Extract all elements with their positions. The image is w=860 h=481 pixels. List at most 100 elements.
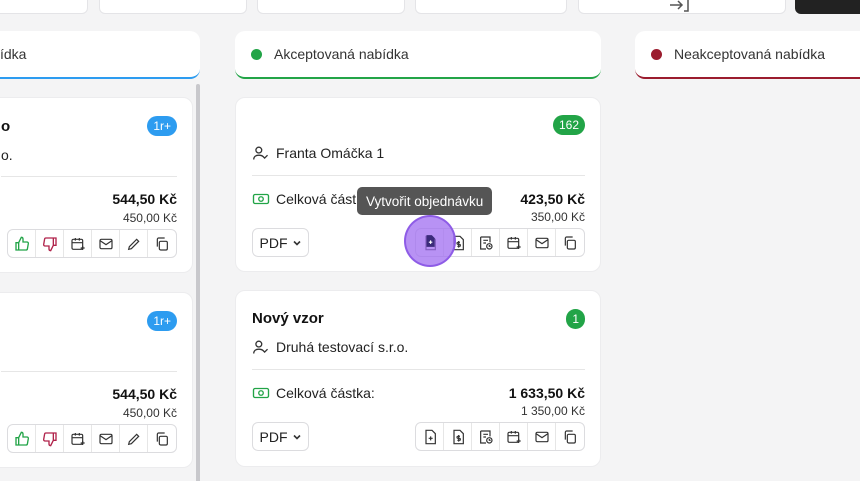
card-title: o [1,118,11,135]
tooltip: Vytvořit objednávku [357,187,493,215]
offer-card[interactable]: 1r+ 544,50 Kč 450,00 Kč [0,292,193,468]
reject-button[interactable] [36,425,64,452]
count-badge: 1 [566,309,585,329]
file-history-icon [479,429,493,444]
chevron-down-icon [292,434,301,440]
thumbs-down-icon [42,431,57,446]
count-badge: 162 [552,115,585,135]
customer-name: Franta Omáčka 1 [276,145,385,161]
edit-button[interactable] [120,230,148,257]
chevron-down-icon [292,240,301,246]
card-actions [7,229,177,258]
edit-button[interactable] [120,425,148,452]
filter-box-2[interactable] [99,0,247,14]
copy-button[interactable] [556,229,584,256]
copy-icon [156,431,168,446]
pencil-icon [127,432,140,445]
pdf-label: PDF [259,234,288,251]
offer-card[interactable]: o 1r+ o. 544,50 Kč 450,00 Kč [0,97,193,273]
copy-button[interactable] [556,423,584,450]
mail-button[interactable] [528,229,556,256]
calendar-plus-icon [70,237,85,250]
user-check-icon [253,146,269,160]
create-order-button[interactable] [416,423,444,450]
count-badge: 1r+ [147,116,177,136]
mail-button[interactable] [528,423,556,450]
total-amount: 544,50 Kč [112,191,177,207]
subtotal-amount: 450,00 Kč [122,406,177,420]
approve-button[interactable] [8,230,36,257]
copy-icon [156,236,168,251]
sign-in-icon[interactable] [668,0,692,13]
reject-button[interactable] [36,230,64,257]
calendar-plus-icon [506,236,521,249]
mail-button[interactable] [92,230,120,257]
column-header-label: ídka [0,46,27,62]
file-history-icon [479,235,493,250]
total-amount: 544,50 Kč [112,386,177,402]
filter-box-1[interactable] [0,0,88,14]
customer-row: Druhá testovací s.r.o. [252,339,408,355]
column-header-accepted: Akceptovaná nabídka [235,31,601,79]
filter-box-3[interactable] [257,0,405,14]
offer-card[interactable]: Nový vzor 1 Druhá testovací s.r.o. Celko… [235,290,601,467]
cash-icon [252,193,270,205]
file-plus-icon [426,235,435,247]
count-badge: 1r+ [147,311,177,331]
schedule-button[interactable] [500,229,528,256]
mail-icon [98,238,113,249]
customer-name: o. [1,147,13,163]
invoice-button[interactable] [444,423,472,450]
status-dot-red [651,48,662,60]
history-button[interactable] [472,229,500,256]
calendar-plus-icon [70,432,85,445]
file-plus-icon [424,429,436,444]
column-header-offer: ídka [0,31,200,79]
filter-box-4[interactable] [415,0,567,14]
history-button[interactable] [472,423,500,450]
card-divider [1,176,177,177]
approve-button[interactable] [8,425,36,452]
mail-button[interactable] [92,425,120,452]
customer-row: Franta Omáčka 1 [252,145,384,161]
copy-button[interactable] [148,425,176,452]
user-check-icon [253,340,269,354]
thumbs-down-icon [42,236,57,251]
card-divider [252,369,585,370]
file-dollar-icon [452,429,464,444]
total-label: Celková část [276,191,357,207]
pencil-icon [127,237,140,250]
primary-action-button[interactable] [795,0,860,14]
copy-icon [564,235,576,250]
thumbs-up-icon [14,431,29,446]
schedule-button[interactable] [500,423,528,450]
calendar-plus-icon [506,430,521,443]
column-scrollbar[interactable] [196,84,200,481]
pdf-dropdown[interactable]: PDF [252,422,309,451]
thumbs-up-icon [14,236,29,251]
card-title: Nový vzor [252,310,324,327]
card-divider [1,371,177,372]
status-dot-green [251,48,262,60]
copy-icon [564,429,576,444]
copy-button[interactable] [148,230,176,257]
schedule-button[interactable] [64,230,92,257]
mail-icon [98,433,113,444]
card-actions [7,424,177,453]
pdf-label: PDF [259,428,288,445]
schedule-button[interactable] [64,425,92,452]
total-amount: 1 633,50 Kč [508,385,585,401]
column-header-label: Akceptovaná nabídka [274,46,409,62]
column-header-rejected: Neakceptovaná nabídka [635,31,860,79]
subtotal-amount: 450,00 Kč [122,211,177,225]
card-divider [252,175,585,176]
customer-name: Druhá testovací s.r.o. [276,339,409,355]
mail-icon [534,237,549,248]
subtotal-amount: 350,00 Kč [530,210,585,224]
pdf-dropdown[interactable]: PDF [252,228,309,257]
total-amount: 423,50 Kč [520,191,585,207]
column-header-label: Neakceptovaná nabídka [674,46,825,62]
total-row: Celková částka: [252,385,375,401]
card-actions [415,422,585,451]
cash-icon [252,387,270,399]
